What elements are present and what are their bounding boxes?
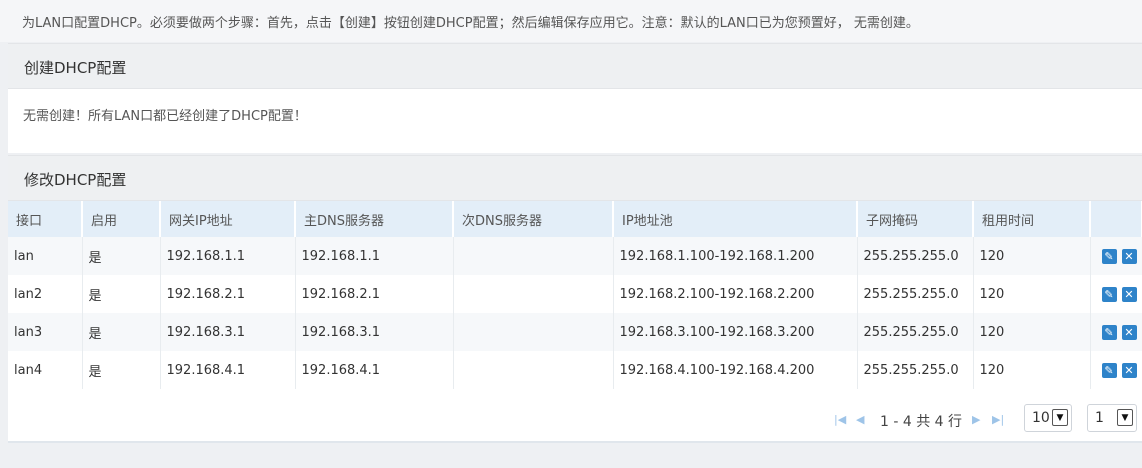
column-header-ip-pool[interactable]: IP地址池 [613, 201, 858, 237]
cell-lease-time: 120 [973, 237, 1091, 275]
close-icon[interactable]: ✕ [1121, 286, 1137, 302]
cell-gateway: 192.168.1.1 [160, 237, 296, 275]
cell-subnet-mask: 255.255.255.0 [857, 351, 974, 389]
cell-primary-dns: 192.168.2.1 [295, 275, 454, 313]
cell-interface: lan2 [8, 275, 83, 313]
cell-ip-pool: 192.168.4.100-192.168.4.200 [613, 351, 858, 389]
chevron-down-icon: ▼ [1052, 409, 1068, 426]
cell-interface: lan3 [8, 313, 83, 351]
table-row: lan3 是 192.168.3.1 192.168.3.1 192.168.3… [8, 313, 1142, 351]
first-page-icon[interactable]: |◀ [834, 413, 846, 426]
pencil-icon[interactable]: ✎ [1101, 286, 1117, 302]
cell-secondary-dns [453, 275, 614, 313]
table-row: lan 是 192.168.1.1 192.168.1.1 192.168.1.… [8, 237, 1142, 275]
cell-primary-dns: 192.168.1.1 [295, 237, 454, 275]
cell-gateway: 192.168.2.1 [160, 275, 296, 313]
cell-enabled: 是 [82, 351, 161, 389]
cell-secondary-dns [453, 237, 614, 275]
pagination-range-text: 1 - 4 共 4 行 [880, 414, 963, 430]
cell-secondary-dns [453, 313, 614, 351]
edit-section-title: 修改DHCP配置 [24, 171, 127, 189]
cell-gateway: 192.168.3.1 [160, 313, 296, 351]
close-icon[interactable]: ✕ [1121, 324, 1137, 340]
column-header-actions [1090, 201, 1142, 237]
column-header-gateway[interactable]: 网关IP地址 [160, 201, 296, 237]
column-header-subnet-mask[interactable]: 子网掩码 [857, 201, 974, 237]
cell-lease-time: 120 [973, 275, 1091, 313]
chevron-down-icon: ▼ [1117, 409, 1133, 426]
cell-primary-dns: 192.168.4.1 [295, 351, 454, 389]
page-number-select[interactable]: 1 ▼ [1087, 404, 1137, 432]
cell-actions: ✎ ✕ [1090, 313, 1142, 351]
prev-page-icon[interactable]: ◀ [856, 413, 864, 426]
last-page-icon[interactable]: ▶| [992, 413, 1004, 426]
cell-lease-time: 120 [973, 313, 1091, 351]
cell-enabled: 是 [82, 313, 161, 351]
edit-section-header: 修改DHCP配置 [8, 155, 1142, 201]
page-size-value: 10 [1032, 410, 1050, 426]
column-header-interface[interactable]: 接口 [8, 201, 83, 237]
cell-ip-pool: 192.168.2.100-192.168.2.200 [613, 275, 858, 313]
pencil-icon[interactable]: ✎ [1101, 324, 1117, 340]
top-note-text: 为LAN口配置DHCP。必须要做两个步骤：首先，点击【创建】按钮创建DHCP配置… [22, 16, 919, 31]
cell-actions: ✎ ✕ [1090, 275, 1142, 313]
cell-subnet-mask: 255.255.255.0 [857, 313, 974, 351]
cell-ip-pool: 192.168.3.100-192.168.3.200 [613, 313, 858, 351]
table-row: lan4 是 192.168.4.1 192.168.4.1 192.168.4… [8, 351, 1142, 389]
create-section-title: 创建DHCP配置 [24, 59, 127, 77]
cell-primary-dns: 192.168.3.1 [295, 313, 454, 351]
close-icon[interactable]: ✕ [1121, 248, 1137, 264]
dhcp-table: 接口 启用 网关IP地址 主DNS服务器 次DNS服务器 IP地址池 子网掩码 … [8, 201, 1142, 389]
cell-actions: ✎ ✕ [1090, 351, 1142, 389]
close-icon[interactable]: ✕ [1121, 362, 1137, 378]
create-section-header: 创建DHCP配置 [8, 43, 1142, 89]
cell-interface: lan4 [8, 351, 83, 389]
table-row: lan2 是 192.168.2.1 192.168.2.1 192.168.2… [8, 275, 1142, 313]
column-header-lease-time[interactable]: 租用时间 [973, 201, 1091, 237]
column-header-secondary-dns[interactable]: 次DNS服务器 [453, 201, 614, 237]
cell-enabled: 是 [82, 237, 161, 275]
cell-gateway: 192.168.4.1 [160, 351, 296, 389]
cell-lease-time: 120 [973, 351, 1091, 389]
cell-subnet-mask: 255.255.255.0 [857, 275, 974, 313]
cell-enabled: 是 [82, 275, 161, 313]
create-section-message: 无需创建！所有LAN口都已经创建了DHCP配置！ [23, 109, 307, 124]
cell-actions: ✎ ✕ [1090, 237, 1142, 275]
cell-ip-pool: 192.168.1.100-192.168.1.200 [613, 237, 858, 275]
cell-secondary-dns [453, 351, 614, 389]
table-header-row: 接口 启用 网关IP地址 主DNS服务器 次DNS服务器 IP地址池 子网掩码 … [8, 201, 1142, 237]
pagination-bar: |◀ ◀ 1 - 4 共 4 行 ▶ ▶| 10 ▼ 1 ▼ [830, 404, 1140, 434]
panel-bottom-border [8, 441, 1142, 443]
column-header-enabled[interactable]: 启用 [82, 201, 161, 237]
pencil-icon[interactable]: ✎ [1101, 248, 1117, 264]
page-size-select[interactable]: 10 ▼ [1024, 404, 1072, 432]
page-number-value: 1 [1095, 410, 1104, 426]
cell-interface: lan [8, 237, 83, 275]
column-header-primary-dns[interactable]: 主DNS服务器 [295, 201, 454, 237]
next-page-icon[interactable]: ▶ [972, 413, 980, 426]
top-note-bar: 为LAN口配置DHCP。必须要做两个步骤：首先，点击【创建】按钮创建DHCP配置… [0, 0, 1142, 42]
pencil-icon[interactable]: ✎ [1101, 362, 1117, 378]
cell-subnet-mask: 255.255.255.0 [857, 237, 974, 275]
